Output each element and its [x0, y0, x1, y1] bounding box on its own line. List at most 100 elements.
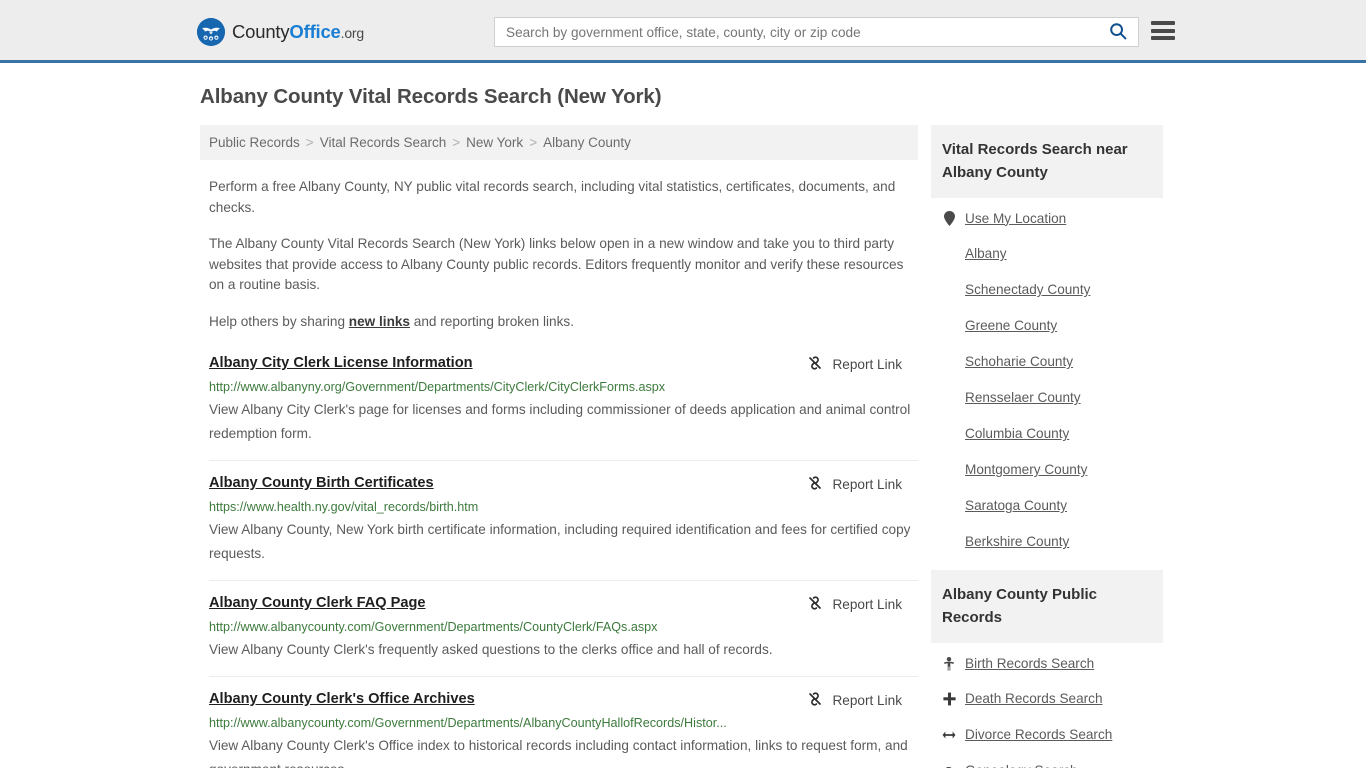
sidebar-item-label[interactable]: Saratoga County [965, 497, 1067, 515]
sidebar-item-label[interactable]: Rensselaer County [965, 389, 1081, 407]
sidebar-public-records-box: Albany County Public Records Birth Recor… [931, 570, 1163, 768]
hamburger-bar [1151, 28, 1175, 33]
result-description: View Albany County Clerk's Office index … [209, 738, 908, 768]
sidebar-item-death-records-search[interactable]: Death Records Search [931, 681, 1163, 717]
breadcrumb: Public Records > Vital Records Search > … [200, 125, 918, 160]
eagle-shield-logo-icon [197, 18, 225, 46]
site-logo[interactable]: CountyOffice.org [197, 18, 364, 46]
search-bar [494, 17, 1139, 47]
sidebar-item-label[interactable]: Berkshire County [965, 533, 1069, 551]
sidebar-item-label[interactable]: Columbia County [965, 425, 1069, 443]
search-icon [1109, 22, 1127, 43]
report-link-label: Report Link [832, 693, 902, 708]
sidebar-item-label[interactable]: Use My Location [965, 210, 1066, 228]
sidebar-item-genealogy-search[interactable]: ? Genealogy Search [931, 753, 1163, 768]
report-link-label: Report Link [832, 597, 902, 612]
result-header: Albany County Birth Certificates Report … [209, 474, 918, 494]
result-description: View Albany County, New York birth certi… [209, 522, 911, 561]
sidebar-item-divorce-records-search[interactable]: Divorce Records Search [931, 717, 1163, 753]
intro-paragraph-3-pre: Help others by sharing [209, 313, 349, 329]
logo-text-office: Office [289, 20, 341, 42]
result-title-link[interactable]: Albany County Birth Certificates [209, 474, 434, 493]
sidebar-public-records-heading: Albany County Public Records [931, 570, 1163, 643]
logo-text-county: County [232, 20, 290, 42]
sidebar-nearby-heading: Vital Records Search near Albany County [931, 125, 1163, 198]
question-mark-icon: ? [942, 764, 956, 768]
result-url[interactable]: https://www.health.ny.gov/vital_records/… [209, 498, 918, 517]
sidebar-item-label[interactable]: Genealogy Search [965, 762, 1078, 768]
breadcrumb-item-vital-records-search[interactable]: Vital Records Search [320, 135, 447, 150]
sidebar-item-montgomery-county[interactable]: Montgomery County [931, 452, 1163, 488]
result-url[interactable]: http://www.albanycounty.com/Government/D… [209, 714, 918, 733]
result-description: View Albany City Clerk's page for licens… [209, 402, 911, 441]
sidebar-item-label[interactable]: Death Records Search [965, 690, 1103, 708]
report-link-button[interactable]: Report Link [807, 691, 902, 710]
sidebar-item-label[interactable]: Albany [965, 245, 1007, 263]
page-body: Albany County Vital Records Search (New … [0, 63, 1366, 768]
sidebar-item-saratoga-county[interactable]: Saratoga County [931, 488, 1163, 524]
report-link-label: Report Link [832, 357, 902, 372]
hamburger-menu-icon[interactable] [1151, 21, 1175, 40]
broken-link-icon [807, 475, 823, 494]
site-logo-text: CountyOffice.org [232, 20, 365, 42]
sidebar-item-berkshire-county[interactable]: Berkshire County [931, 524, 1163, 560]
left-right-arrow-icon [942, 729, 956, 741]
breadcrumb-separator: > [305, 135, 314, 150]
search-button[interactable] [1098, 18, 1138, 46]
main-content: Public Records > Vital Records Search > … [200, 125, 918, 768]
sidebar-item-label[interactable]: Montgomery County [965, 461, 1087, 479]
sidebar-item-label[interactable]: Birth Records Search [965, 655, 1094, 673]
broken-link-icon [807, 355, 823, 374]
sidebar-item-greene-county[interactable]: Greene County [931, 308, 1163, 344]
sidebar-item-label[interactable]: Divorce Records Search [965, 726, 1112, 744]
intro-paragraph-2: The Albany County Vital Records Search (… [209, 236, 904, 292]
sidebar-item-schenectady-county[interactable]: Schenectady County [931, 272, 1163, 308]
report-link-button[interactable]: Report Link [807, 355, 902, 374]
result-title-link[interactable]: Albany County Clerk FAQ Page [209, 594, 426, 613]
result-header: Albany County Clerk FAQ Page Report Link [209, 594, 918, 614]
logo-text-org: .org [340, 24, 365, 41]
sidebar-divider [931, 560, 1163, 570]
result-header: Albany County Clerk's Office Archives Re… [209, 690, 918, 710]
map-pin-icon [942, 211, 956, 226]
sidebar-item-schoharie-county[interactable]: Schoharie County [931, 344, 1163, 380]
new-links-link[interactable]: new links [349, 314, 410, 329]
table-row: Albany City Clerk License Information Re… [209, 354, 918, 461]
breadcrumb-separator: > [452, 135, 461, 150]
result-title-link[interactable]: Albany City Clerk License Information [209, 354, 473, 373]
baby-icon [942, 656, 956, 671]
intro-paragraph-3-post: and reporting broken links. [410, 313, 574, 329]
report-link-label: Report Link [832, 477, 902, 492]
breadcrumb-item-new-york[interactable]: New York [466, 135, 523, 150]
breadcrumb-item-albany-county[interactable]: Albany County [543, 135, 631, 150]
search-input[interactable] [495, 18, 1098, 46]
sidebar-item-use-my-location[interactable]: Use My Location [931, 198, 1163, 236]
report-link-button[interactable]: Report Link [807, 595, 902, 614]
sidebar-item-columbia-county[interactable]: Columbia County [931, 416, 1163, 452]
table-row: Albany County Birth Certificates Report … [209, 474, 918, 581]
hamburger-bar [1151, 21, 1175, 25]
site-header: CountyOffice.org [0, 0, 1366, 63]
intro-paragraph-1: Perform a free Albany County, NY public … [209, 179, 896, 215]
intro-paragraph-3: Help others by sharing new links and rep… [209, 312, 912, 333]
report-link-button[interactable]: Report Link [807, 475, 902, 494]
table-row: Albany County Clerk's Office Archives Re… [209, 690, 918, 768]
result-header: Albany City Clerk License Information Re… [209, 354, 918, 374]
intro-section: Perform a free Albany County, NY public … [200, 177, 918, 332]
result-title-link[interactable]: Albany County Clerk's Office Archives [209, 690, 475, 709]
results-list: Albany City Clerk License Information Re… [200, 354, 918, 768]
svg-text:?: ? [944, 764, 953, 768]
sidebar-item-label[interactable]: Schenectady County [965, 281, 1090, 299]
sidebar-item-label[interactable]: Greene County [965, 317, 1057, 335]
sidebar: Vital Records Search near Albany County … [931, 125, 1163, 768]
sidebar-item-birth-records-search[interactable]: Birth Records Search [931, 643, 1163, 681]
hamburger-bar [1151, 36, 1175, 40]
breadcrumb-item-public-records[interactable]: Public Records [209, 135, 300, 150]
broken-link-icon [807, 595, 823, 614]
sidebar-item-albany[interactable]: Albany [931, 236, 1163, 272]
result-url[interactable]: http://www.albanyny.org/Government/Depar… [209, 378, 918, 397]
sidebar-item-label[interactable]: Schoharie County [965, 353, 1073, 371]
sidebar-public-records-list: Birth Records Search Death Records Searc… [931, 643, 1163, 768]
sidebar-item-rensselaer-county[interactable]: Rensselaer County [931, 380, 1163, 416]
result-url[interactable]: http://www.albanycounty.com/Government/D… [209, 618, 918, 637]
